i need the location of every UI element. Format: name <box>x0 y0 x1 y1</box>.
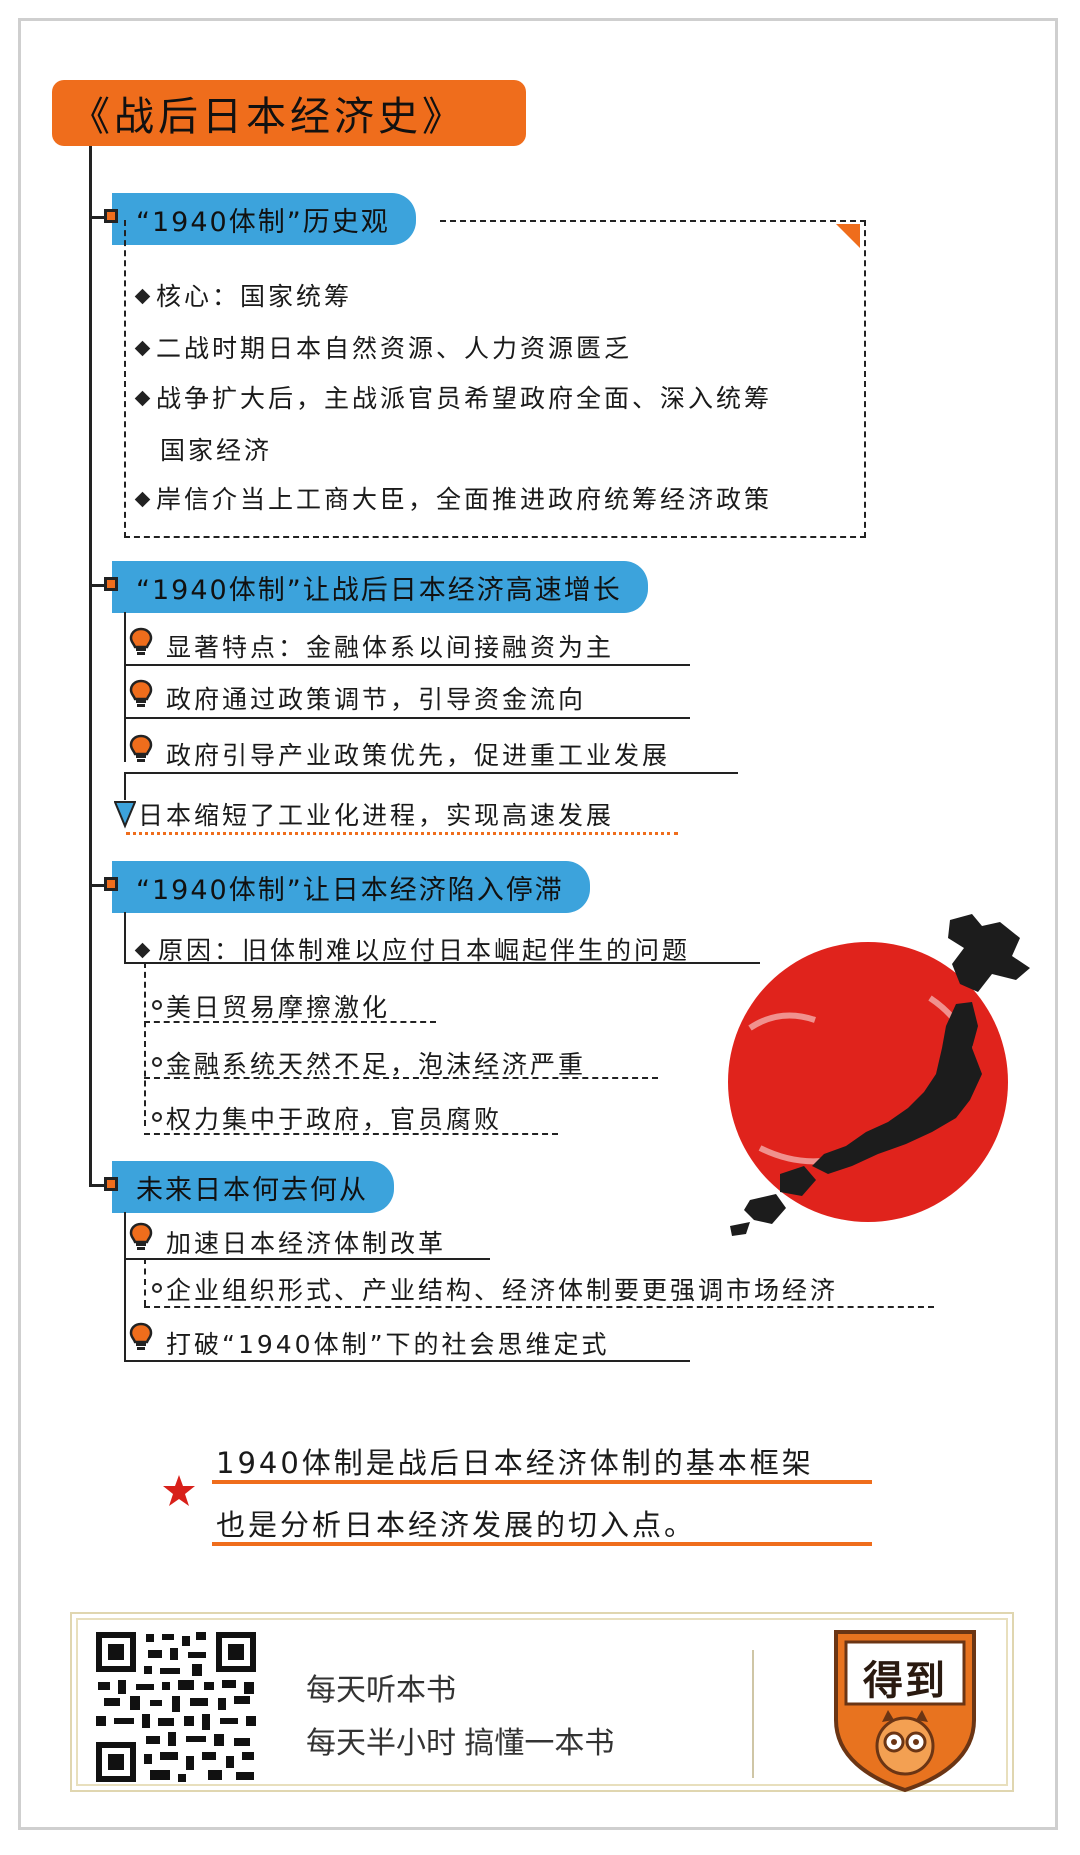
section-4-sub-1: 企业组织形式、产业结构、经济体制要更强调市场经济 <box>166 1276 839 1305</box>
section-2-item-1: 显著特点：金融体系以间接融资为主 <box>166 633 615 662</box>
note-underline-2 <box>212 1542 872 1546</box>
square-node-icon <box>104 1177 118 1191</box>
section-4-item-2: 打破“1940体制”下的社会思维定式 <box>166 1330 610 1359</box>
japan-map <box>728 914 1030 1236</box>
note-underline-1 <box>212 1480 872 1484</box>
qr-code <box>96 1632 256 1782</box>
dashed-underline <box>144 1021 436 1023</box>
section-1-item-3: 战争扩大后，主战派官员希望政府全面、深入统筹 <box>156 384 773 413</box>
square-node-icon <box>104 209 118 223</box>
underline <box>124 1258 490 1260</box>
footer-slogan-2: 每天半小时 搞懂一本书 <box>306 1727 615 1760</box>
note-line-2: 也是分析日本经济发展的切入点。 <box>216 1508 697 1542</box>
section-3-branch <box>124 912 126 962</box>
lightbulb-icon <box>129 734 153 762</box>
underline <box>124 772 738 774</box>
section-1-item-1: 核心：国家统筹 <box>156 282 353 311</box>
lightbulb-icon <box>129 1322 153 1350</box>
section-3-subbranch <box>144 962 146 1126</box>
square-node-icon <box>104 877 118 891</box>
section-4-branch <box>124 1212 126 1362</box>
underline <box>124 962 760 964</box>
section-2-branch <box>124 612 126 762</box>
section-3-sub-1: 美日贸易摩擦激化 <box>166 993 391 1022</box>
underline <box>124 664 690 666</box>
star-icon <box>163 1475 195 1506</box>
circle-bullet-icon <box>152 1283 162 1293</box>
section-2-item-2: 政府通过政策调节，引导资金流向 <box>166 685 587 714</box>
arrow-stem <box>124 772 126 800</box>
section-heading-4: 未来日本何去何从 <box>112 1161 394 1213</box>
section-heading-3: “1940体制”让日本经济陷入停滞 <box>112 861 590 913</box>
down-arrow-icon <box>114 801 136 829</box>
footer-divider <box>752 1650 754 1778</box>
section-1-item-3-cont: 国家经济 <box>160 436 273 465</box>
section-1-item-4: 岸信介当上工商大臣，全面推进政府统筹经济政策 <box>156 485 773 514</box>
section-3-sub-2: 金融系统天然不足，泡沫经济严重 <box>166 1050 587 1079</box>
dashed-underline <box>144 1306 934 1308</box>
section-1-item-2: 二战时期日本自然资源、人力资源匮乏 <box>156 334 633 363</box>
mindmap-trunk <box>89 146 92 1186</box>
section-4-subbranch <box>144 1258 146 1306</box>
corner-flag-icon <box>836 224 860 248</box>
circle-bullet-icon <box>152 1112 162 1122</box>
box-top-dash <box>440 220 866 222</box>
circle-bullet-icon <box>152 1057 162 1067</box>
section-3-sub-3: 权力集中于政府，官员腐败 <box>166 1105 503 1134</box>
lightbulb-icon <box>129 627 153 655</box>
section-2-result: 日本缩短了工业化进程，实现高速发展 <box>138 801 615 830</box>
dashed-underline <box>144 1133 558 1135</box>
circle-bullet-icon <box>152 1000 162 1010</box>
page-title: 《战后日本经济史》 <box>52 80 526 146</box>
underline <box>124 717 690 719</box>
section-2-item-3: 政府引导产业政策优先，促进重工业发展 <box>166 741 671 770</box>
logo-text: 得到 <box>863 1657 947 1704</box>
section-4-item-1: 加速日本经济体制改革 <box>166 1229 447 1258</box>
dotted-underline <box>126 832 678 835</box>
lightbulb-icon <box>129 1222 153 1250</box>
footer-slogan-1: 每天听本书 <box>306 1674 456 1707</box>
underline <box>124 1360 690 1362</box>
section-heading-2: “1940体制”让战后日本经济高速增长 <box>112 561 648 613</box>
dashed-underline <box>144 1077 658 1079</box>
lightbulb-icon <box>129 679 153 707</box>
note-line-1: 1940体制是战后日本经济体制的基本框架 <box>216 1446 814 1480</box>
square-node-icon <box>104 577 118 591</box>
